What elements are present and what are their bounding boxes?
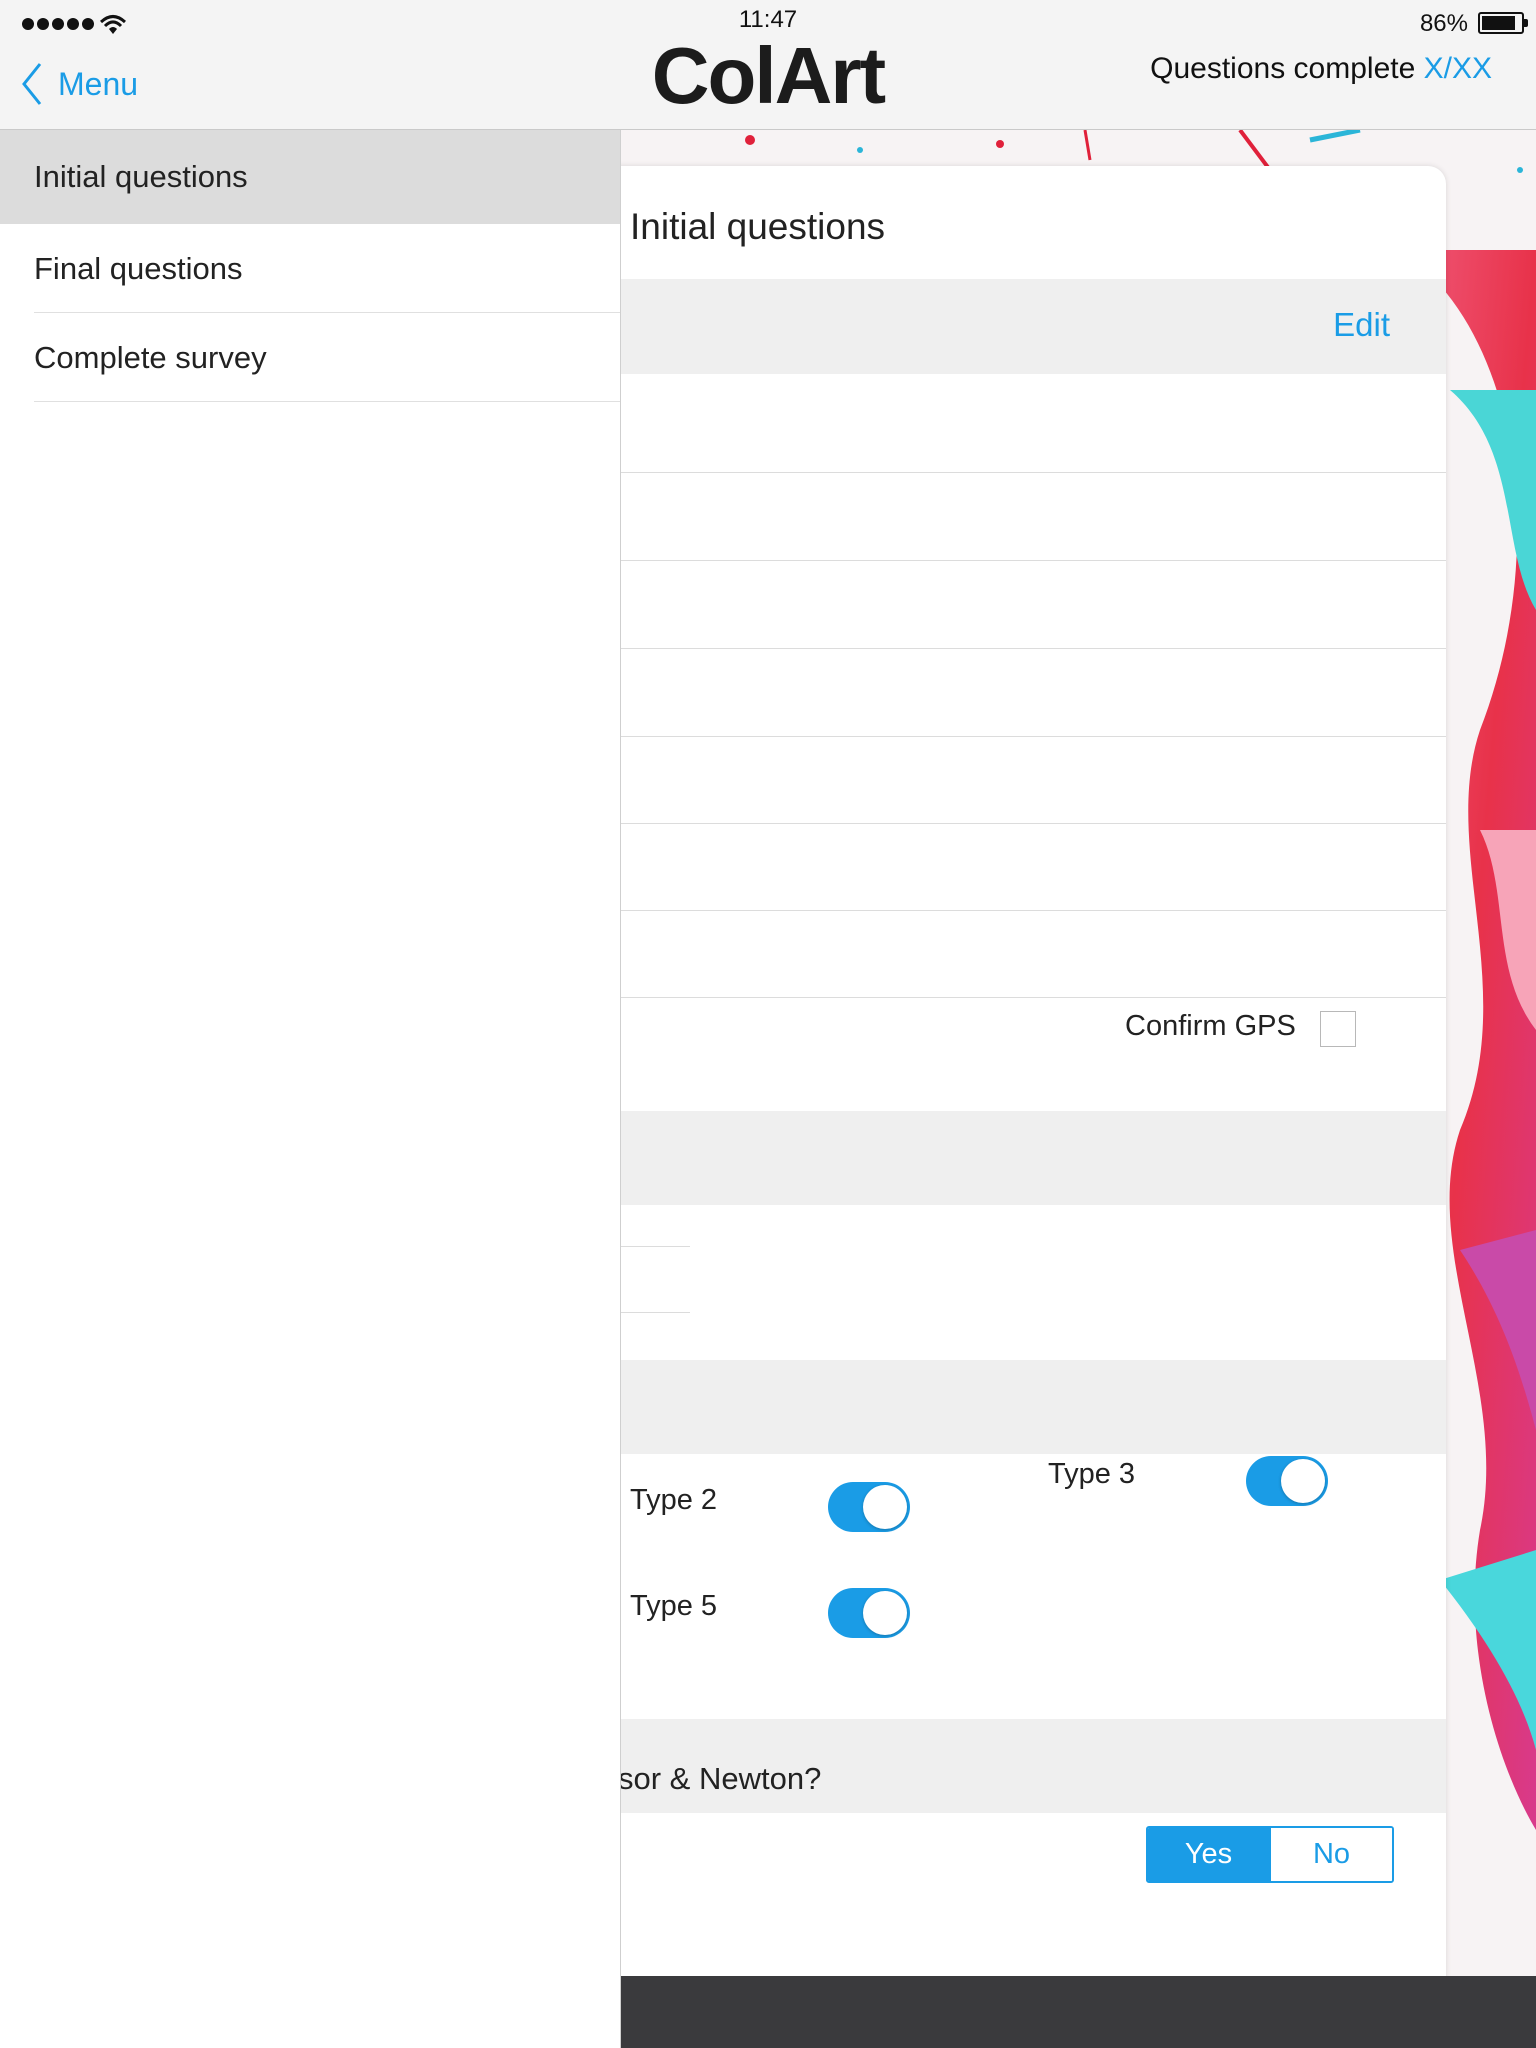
sidebar-item-initial-questions[interactable]: Initial questions (0, 130, 620, 224)
form-row-divider (560, 910, 1446, 911)
no-option[interactable]: No (1269, 1828, 1392, 1881)
section-header (560, 279, 1446, 374)
sidebar-menu: Initial questions Final questions Comple… (0, 130, 621, 2048)
sidebar-item-label: Final questions (34, 250, 243, 286)
card-title: Initial questions (630, 206, 886, 247)
type-5-label: Type 5 (630, 1590, 718, 1622)
sidebar-item-label: Initial questions (34, 159, 248, 194)
top-bar: 11:47 86% Menu ColArt Questions complete… (0, 0, 1536, 130)
yes-no-segmented-control[interactable]: Yes No (1146, 1826, 1394, 1883)
edit-button[interactable]: Edit (1333, 306, 1390, 344)
form-row-divider (560, 823, 1446, 824)
survey-card: Initial questions Edit Confirm GPS Type … (560, 166, 1446, 1996)
question-text: sor & Newton? (560, 1719, 1446, 1813)
section-header (560, 1111, 1446, 1205)
questions-complete-indicator: Questions complete X/XX (1150, 52, 1492, 86)
form-row-divider (560, 560, 1446, 561)
type-5-toggle[interactable] (828, 1588, 910, 1638)
confirm-gps-checkbox[interactable] (1320, 1011, 1356, 1047)
yes-option[interactable]: Yes (1148, 1828, 1269, 1881)
section-header (560, 1360, 1446, 1454)
questions-complete-label: Questions complete (1150, 52, 1416, 85)
form-row-divider (560, 472, 1446, 473)
confirm-gps-label: Confirm GPS (1125, 1010, 1296, 1042)
form-row-divider (560, 736, 1446, 737)
form-row-divider (560, 648, 1446, 649)
questions-complete-count: X/XX (1423, 52, 1492, 85)
type-3-label: Type 3 (1048, 1458, 1136, 1490)
form-row-divider (560, 997, 1446, 998)
bottom-toolbar (620, 1976, 1536, 2048)
type-2-toggle[interactable] (828, 1482, 910, 1532)
sidebar-item-final-questions[interactable]: Final questions (0, 224, 620, 313)
menu-divider (34, 401, 620, 402)
type-2-label: Type 2 (630, 1484, 718, 1516)
sidebar-item-complete-survey[interactable]: Complete survey (0, 313, 620, 402)
type-3-toggle[interactable] (1246, 1456, 1328, 1506)
sidebar-item-label: Complete survey (34, 339, 267, 375)
